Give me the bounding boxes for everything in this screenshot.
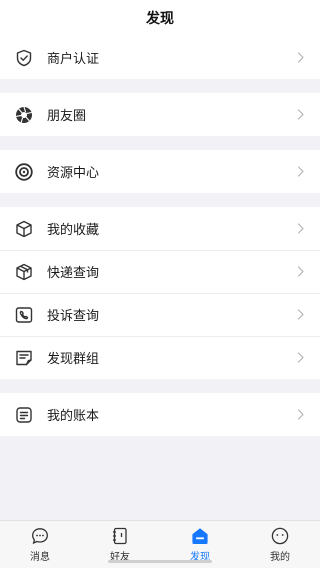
menu-item-label: 我的收藏 bbox=[47, 223, 100, 238]
chevron-right-icon bbox=[296, 52, 306, 64]
group-list-icon bbox=[14, 348, 34, 368]
home-indicator[interactable] bbox=[108, 560, 212, 563]
tab-label: 我的 bbox=[270, 552, 290, 563]
cube-icon bbox=[14, 219, 34, 239]
chevron-right-icon bbox=[296, 166, 306, 178]
chevron-right-icon bbox=[296, 109, 306, 121]
menu-item-label: 商户认证 bbox=[47, 52, 100, 67]
group-resources: 资源中心 bbox=[0, 150, 320, 193]
chevron-right-icon bbox=[296, 266, 306, 278]
menu-item-express-tracking[interactable]: 快递查询 bbox=[0, 250, 320, 293]
menu-item-label: 资源中心 bbox=[47, 166, 100, 181]
menu-item-discover-groups[interactable]: 发现群组 bbox=[0, 336, 320, 379]
section-gap bbox=[0, 79, 320, 93]
menu-item-my-favorites[interactable]: 我的收藏 bbox=[0, 207, 320, 250]
phone-complaint-icon bbox=[14, 305, 34, 325]
discover-icon bbox=[190, 526, 210, 546]
menu-item-my-ledger[interactable]: 我的账本 bbox=[0, 393, 320, 436]
chevron-right-icon bbox=[296, 409, 306, 421]
face-icon bbox=[270, 526, 290, 546]
ledger-icon bbox=[14, 405, 34, 425]
tab-label: 消息 bbox=[30, 552, 50, 563]
chat-bubble-icon bbox=[30, 526, 50, 546]
menu-item-resource-center[interactable]: 资源中心 bbox=[0, 150, 320, 193]
chevron-right-icon bbox=[296, 352, 306, 364]
aperture-icon bbox=[14, 105, 34, 125]
target-icon bbox=[14, 162, 34, 182]
menu-item-label: 发现群组 bbox=[47, 352, 100, 367]
group-tools: 我的收藏 快递查询 投诉查询 发现群组 bbox=[0, 207, 320, 379]
menu-item-label: 快递查询 bbox=[47, 266, 100, 281]
tab-me[interactable]: 我的 bbox=[240, 521, 320, 568]
menu-item-label: 朋友圈 bbox=[47, 109, 87, 124]
menu-item-moments[interactable]: 朋友圈 bbox=[0, 93, 320, 136]
shield-check-icon bbox=[14, 48, 34, 68]
navigation-bar: 发现 bbox=[0, 0, 320, 36]
section-gap bbox=[0, 136, 320, 150]
package-icon bbox=[14, 262, 34, 282]
menu-item-label: 投诉查询 bbox=[47, 309, 100, 324]
menu-item-complaint-query[interactable]: 投诉查询 bbox=[0, 293, 320, 336]
group-merchant: 商户认证 bbox=[0, 36, 320, 79]
group-moments: 朋友圈 bbox=[0, 93, 320, 136]
page-title: 发现 bbox=[146, 11, 174, 27]
contacts-book-icon bbox=[110, 526, 130, 546]
group-ledger: 我的账本 bbox=[0, 393, 320, 436]
menu-item-label: 我的账本 bbox=[47, 409, 100, 424]
chevron-right-icon bbox=[296, 309, 306, 321]
tab-messages[interactable]: 消息 bbox=[0, 521, 80, 568]
section-gap bbox=[0, 379, 320, 393]
section-gap bbox=[0, 193, 320, 207]
menu-item-merchant-verification[interactable]: 商户认证 bbox=[0, 36, 320, 79]
chevron-right-icon bbox=[296, 223, 306, 235]
